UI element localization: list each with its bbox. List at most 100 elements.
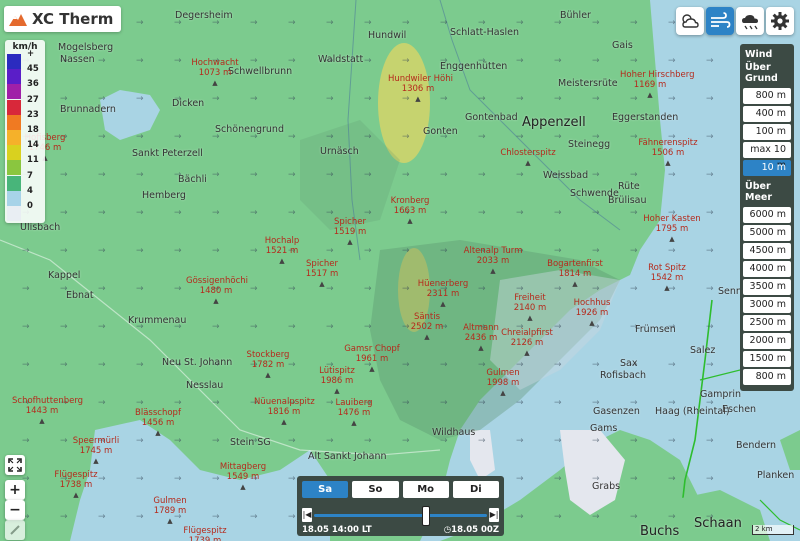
- peak-label: Altenalp Turm 2033 m ▲: [463, 246, 523, 276]
- wind-arrow-icon: →: [288, 18, 296, 28]
- level-button[interactable]: 800 m: [743, 369, 791, 385]
- place-label: Schönengrund: [215, 124, 284, 135]
- peak-altitude: 1306 m: [401, 84, 435, 94]
- wind-arrow-icon: →: [60, 170, 68, 180]
- wind-arrow-icon: →: [98, 170, 106, 180]
- wind-arrow-icon: →: [364, 170, 372, 180]
- place-label: Nesslau: [186, 380, 224, 391]
- time-slider[interactable]: |◀ ▶|: [302, 506, 499, 526]
- peak-label: Hundwiler Höhi 1306 m ▲: [388, 74, 453, 104]
- wind-arrow-icon: →: [136, 474, 144, 484]
- peak-name: Hochhus: [573, 298, 611, 308]
- wind-arrow-icon: →: [592, 94, 600, 104]
- level-button[interactable]: 10 m: [743, 160, 791, 176]
- peak-name: Rot Spitz: [648, 263, 686, 273]
- peak-altitude: 2311 m: [426, 289, 460, 299]
- wind-arrow-icon: →: [706, 436, 714, 446]
- zoom-in-button[interactable]: +: [5, 480, 25, 500]
- app-brand[interactable]: XC Therm: [4, 6, 122, 32]
- peak-name: Säntis: [413, 312, 441, 322]
- top-toolbar: [676, 7, 794, 35]
- level-button[interactable]: 3000 m: [743, 297, 791, 313]
- peak-altitude: 1480 m: [199, 286, 233, 296]
- peak-label: Hochwacht 1073 m ▲: [185, 58, 245, 88]
- place-label: Planken: [757, 470, 795, 481]
- level-button[interactable]: 800 m: [743, 88, 791, 104]
- place-label: Grabs: [592, 481, 621, 492]
- wind-arrow-icon: →: [668, 436, 676, 446]
- wind-arrow-icon: →: [592, 360, 600, 370]
- wind-arrow-icon: →: [326, 322, 334, 332]
- wind-arrow-icon: →: [706, 170, 714, 180]
- scale-bar: 2 km: [752, 525, 794, 535]
- wind-arrow-icon: →: [288, 208, 296, 218]
- peak-label: Chreialpfirst 2126 m ▲: [497, 328, 557, 358]
- level-button[interactable]: 2000 m: [743, 333, 791, 349]
- skip-back-button[interactable]: |◀: [302, 508, 312, 522]
- cloud-sun-icon: [682, 14, 699, 28]
- level-button[interactable]: 1500 m: [743, 351, 791, 367]
- measure-button[interactable]: [5, 520, 25, 540]
- wind-arrow-icon: →: [288, 170, 296, 180]
- level-button[interactable]: 6000 m: [743, 207, 791, 223]
- wind-arrow-icon: →: [516, 94, 524, 104]
- level-button[interactable]: 4500 m: [743, 243, 791, 259]
- level-button[interactable]: 400 m: [743, 106, 791, 122]
- level-button[interactable]: 2500 m: [743, 315, 791, 331]
- fullscreen-button[interactable]: [5, 455, 25, 475]
- legend-label: 45: [27, 64, 39, 75]
- wind-arrow-icon: →: [478, 94, 486, 104]
- peak-altitude: 2140 m: [513, 303, 547, 313]
- peak-marker-icon: ▲: [334, 387, 340, 395]
- peak-name: Kronberg: [390, 196, 430, 206]
- wind-arrow-icon: →: [516, 132, 524, 142]
- wind-arrow-icon: →: [60, 94, 68, 104]
- wind-arrow-icon: →: [98, 284, 106, 294]
- peak-name: Hochalp: [264, 236, 300, 246]
- day-tab[interactable]: So: [352, 481, 399, 498]
- legend-step: 7: [7, 171, 43, 191]
- legend-swatch: [7, 69, 21, 85]
- peak-name: Bogartenfirst: [547, 259, 603, 269]
- wind-arrow-icon: →: [136, 208, 144, 218]
- peak-label: Spicher 1517 m ▲: [292, 259, 352, 289]
- day-tab[interactable]: Sa: [302, 481, 349, 498]
- zoom-out-button[interactable]: −: [5, 500, 25, 520]
- peak-altitude: 2033 m: [476, 256, 510, 266]
- skip-forward-button[interactable]: ▶|: [489, 508, 499, 522]
- peak-name: Flügespitz: [54, 470, 98, 480]
- place-label: Waldstatt: [318, 54, 364, 65]
- peak-label: Stockberg 1782 m ▲: [238, 350, 298, 380]
- weather-layer-button[interactable]: [676, 7, 704, 35]
- thermal-layer-button[interactable]: [736, 7, 764, 35]
- map[interactable]: → → → → → → → → → → → → → → → → → → → → → → → → → → → → → → → → → → → → → → → →…: [0, 0, 800, 541]
- wind-arrow-icon: →: [668, 170, 676, 180]
- wind-arrow-icon: →: [250, 322, 258, 332]
- day-tab[interactable]: Mo: [402, 481, 449, 498]
- level-button[interactable]: 4000 m: [743, 261, 791, 277]
- wind-arrow-icon: →: [326, 436, 334, 446]
- level-button[interactable]: 5000 m: [743, 225, 791, 241]
- wind-arrow-icon: →: [706, 208, 714, 218]
- day-tab[interactable]: Di: [452, 481, 499, 498]
- legend-label: 36: [27, 79, 39, 90]
- level-button[interactable]: max 10 m: [743, 142, 791, 171]
- wind-arrow-icon: →: [516, 56, 524, 66]
- settings-button[interactable]: [766, 7, 794, 35]
- wind-layer-button[interactable]: [706, 7, 734, 35]
- app-title: XC Therm: [32, 10, 114, 28]
- peak-marker-icon: ▲: [664, 284, 670, 292]
- wind-arrow-icon: →: [630, 56, 638, 66]
- place-label: Nassen: [60, 54, 95, 65]
- time-slider-thumb[interactable]: [422, 506, 431, 526]
- time-track[interactable]: [314, 514, 487, 517]
- wind-arrow-icon: →: [554, 208, 562, 218]
- level-button[interactable]: 100 m: [743, 124, 791, 140]
- level-button[interactable]: 3500 m: [743, 279, 791, 295]
- peak-label: Fähnerenspitz 1506 m ▲: [638, 138, 698, 168]
- wind-arrow-icon: →: [136, 398, 144, 408]
- wind-arrow-icon: →: [60, 208, 68, 218]
- wind-arrow-icon: →: [212, 436, 220, 446]
- wind-arrow-icon: →: [326, 246, 334, 256]
- wind-arrow-icon: →: [706, 132, 714, 142]
